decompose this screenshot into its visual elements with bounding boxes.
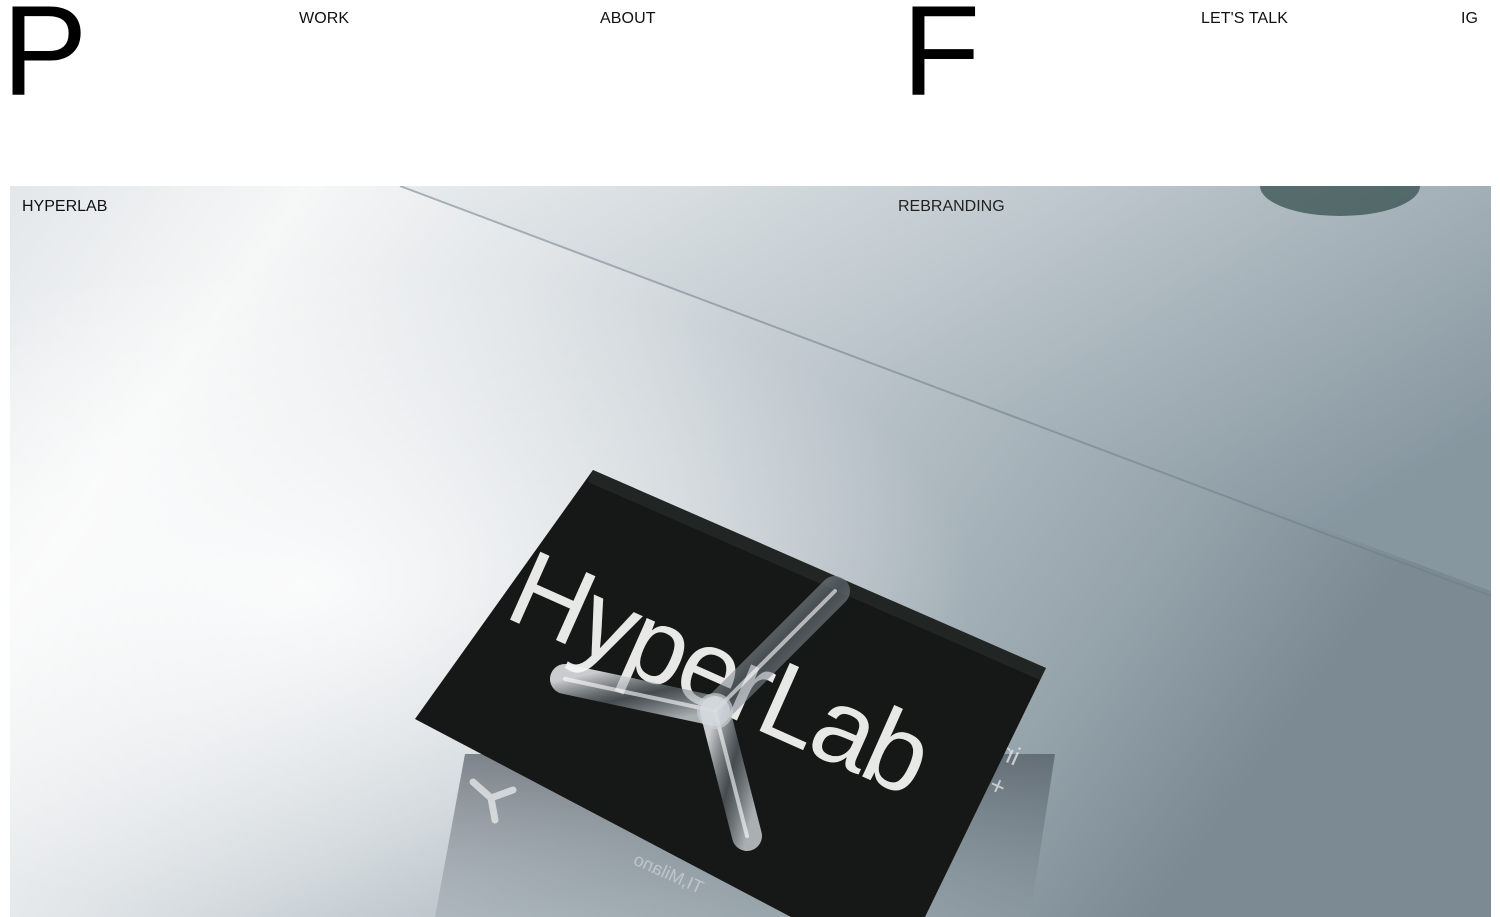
nav-instagram-link[interactable]: IG: [1461, 10, 1478, 28]
hero-image: info +39 TI,Milano HyperLab: [10, 186, 1491, 917]
nav-lets-talk-link[interactable]: LET'S TALK: [1201, 10, 1288, 28]
logo-f[interactable]: F: [902, 0, 980, 116]
logo-p[interactable]: P: [2, 0, 87, 116]
nav-about-link[interactable]: ABOUT: [600, 10, 656, 28]
project-hero-hyperlab[interactable]: info +39 TI,Milano HyperLab HYPE: [10, 186, 1491, 917]
page: P WORK ABOUT F LET'S TALK IG TI,Milano H…: [0, 0, 1500, 917]
project-category: REBRANDING: [898, 198, 1005, 215]
nav-work-link[interactable]: WORK: [299, 10, 349, 28]
project-title: HYPERLAB: [22, 198, 108, 215]
